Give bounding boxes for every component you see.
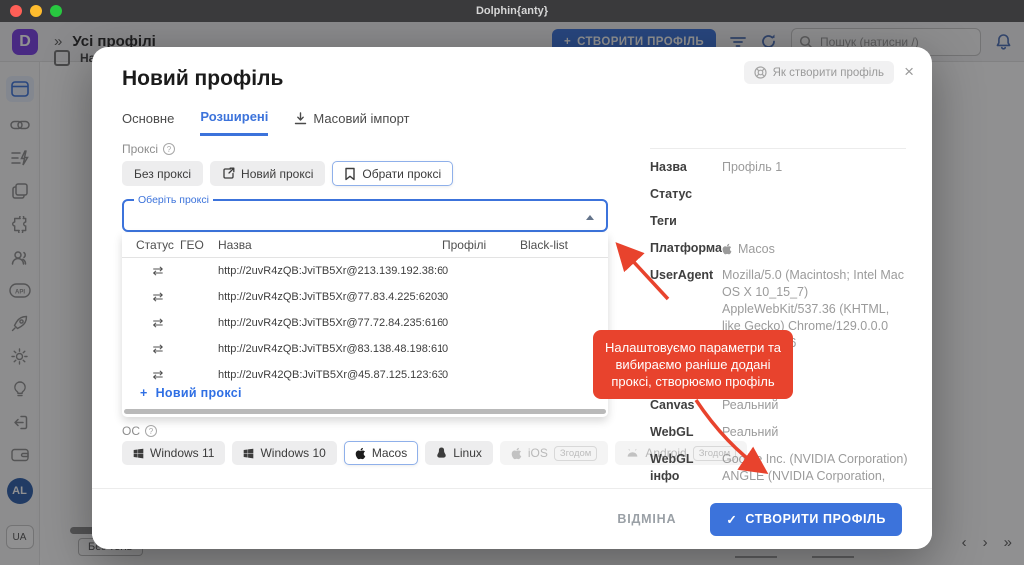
summary-platform-value: Macos (738, 242, 775, 256)
tab-basic[interactable]: Основне (122, 109, 174, 136)
coming-soon-badge: Згодом (554, 446, 597, 461)
apple-icon (511, 447, 522, 460)
summary-tags-label: Теги (650, 213, 722, 230)
proxy-row[interactable]: ⇄ http://2uvR4zQB:JviTB5Xr@213.139.192.3… (122, 258, 608, 284)
dropdown-horizontal-scrollbar[interactable] (124, 409, 606, 414)
transfer-icon: ⇄ (136, 315, 180, 331)
zoom-window-button[interactable] (50, 5, 62, 17)
tab-bulk-import[interactable]: Масовий імпорт (294, 109, 409, 136)
minimize-window-button[interactable] (30, 5, 42, 17)
cancel-button[interactable]: ВІДМІНА (611, 511, 682, 527)
window-title: Dolphin{anty} (476, 5, 548, 17)
proxy-select[interactable]: Оберіть проксі (122, 199, 608, 232)
proxy-table-header: Статус ГЕО Назва Профілі Black-list (122, 233, 608, 258)
transfer-icon: ⇄ (136, 367, 180, 383)
col-geo: ГЕО (180, 238, 218, 252)
screen: Dolphin{anty} D » Усі профілі + СТВОРИТИ… (0, 0, 1024, 565)
summary-webgl-label: WebGL (650, 424, 722, 441)
tab-advanced[interactable]: Розширені (200, 109, 268, 136)
apple-icon (355, 447, 366, 460)
apple-icon (722, 243, 732, 255)
close-window-button[interactable] (10, 5, 22, 17)
create-profile-submit-button[interactable]: ✓ СТВОРИТИ ПРОФІЛЬ (710, 503, 902, 536)
proxy-dropdown-panel: Статус ГЕО Назва Профілі Black-list ⇄ ht… (122, 233, 608, 417)
proxy-select-label: Оберіть проксі (134, 194, 213, 206)
transfer-icon: ⇄ (136, 341, 180, 357)
summary-name-value: Профіль 1 (722, 159, 908, 176)
plus-icon: + (140, 386, 148, 400)
col-profiles: Профілі (442, 238, 520, 252)
help-circle-icon[interactable]: ? (163, 143, 175, 155)
export-icon (222, 167, 235, 180)
new-proxy-button[interactable]: Новий проксі (210, 161, 325, 186)
no-proxy-button[interactable]: Без проксі (122, 161, 203, 186)
new-profile-modal: Новий профіль Як створити профіль × Осно… (92, 47, 932, 549)
linux-icon (436, 447, 447, 460)
os-linux-button[interactable]: Linux (425, 441, 493, 465)
lifebuoy-icon (754, 66, 767, 79)
col-status: Статус (136, 238, 180, 252)
col-blacklist: Black-list (520, 238, 608, 252)
summary-tags-value (722, 213, 908, 230)
modal-footer: ВІДМІНА ✓ СТВОРИТИ ПРОФІЛЬ (92, 488, 932, 549)
import-icon (294, 112, 307, 125)
windows-icon (133, 448, 144, 459)
proxy-row[interactable]: ⇄ http://2uvR4zQB:JviTB5Xr@77.83.4.225:6… (122, 284, 608, 310)
proxy-section-label: Проксі ? (122, 142, 175, 156)
os-ios-button: iOS Згодом (500, 441, 608, 465)
transfer-icon: ⇄ (136, 263, 180, 279)
proxy-mode-buttons: Без проксі Новий проксі Обрати проксі (122, 161, 453, 186)
select-proxy-button[interactable]: Обрати проксі (332, 161, 453, 186)
window-controls (10, 5, 62, 17)
summary-divider (650, 148, 906, 149)
modal-tabs: Основне Розширені Масовий імпорт (122, 109, 410, 136)
modal-title: Новий профіль (122, 67, 283, 91)
summary-name-label: Назва (650, 159, 722, 176)
os-windows10-button[interactable]: Windows 10 (232, 441, 336, 465)
windows-icon (243, 448, 254, 459)
help-circle-icon[interactable]: ? (145, 425, 157, 437)
check-icon: ✓ (726, 512, 737, 527)
summary-status-value (722, 186, 908, 203)
os-macos-button[interactable]: Macos (344, 441, 418, 465)
os-section-label: ОС ? (122, 424, 157, 438)
summary-platform-label: Платформа (650, 240, 722, 257)
android-icon (626, 448, 639, 458)
close-icon[interactable]: × (900, 61, 918, 82)
summary-status-label: Статус (650, 186, 722, 203)
os-windows11-button[interactable]: Windows 11 (122, 441, 225, 465)
transfer-icon: ⇄ (136, 289, 180, 305)
summary-canvas-label: Canvas (650, 397, 722, 414)
add-new-proxy-link[interactable]: + Новий проксі (134, 385, 248, 401)
how-to-create-profile-button[interactable]: Як створити профіль (744, 61, 894, 84)
summary-canvas-value: Реальний (722, 397, 908, 414)
macos-titlebar: Dolphin{anty} (0, 0, 1024, 22)
chevron-up-icon[interactable] (586, 215, 594, 220)
col-name: Назва (218, 238, 442, 252)
annotation-callout: Налаштовуємо параметри та вибираємо рані… (593, 330, 793, 399)
proxy-row[interactable]: ⇄ http://2uvR4zQB:JviTB5Xr@83.138.48.198… (122, 336, 608, 362)
proxy-row[interactable]: ⇄ http://2uvR4zQB:JviTB5Xr@77.72.84.235:… (122, 310, 608, 336)
summary-webgl-value: Реальний (722, 424, 908, 441)
bookmark-icon (344, 167, 356, 181)
